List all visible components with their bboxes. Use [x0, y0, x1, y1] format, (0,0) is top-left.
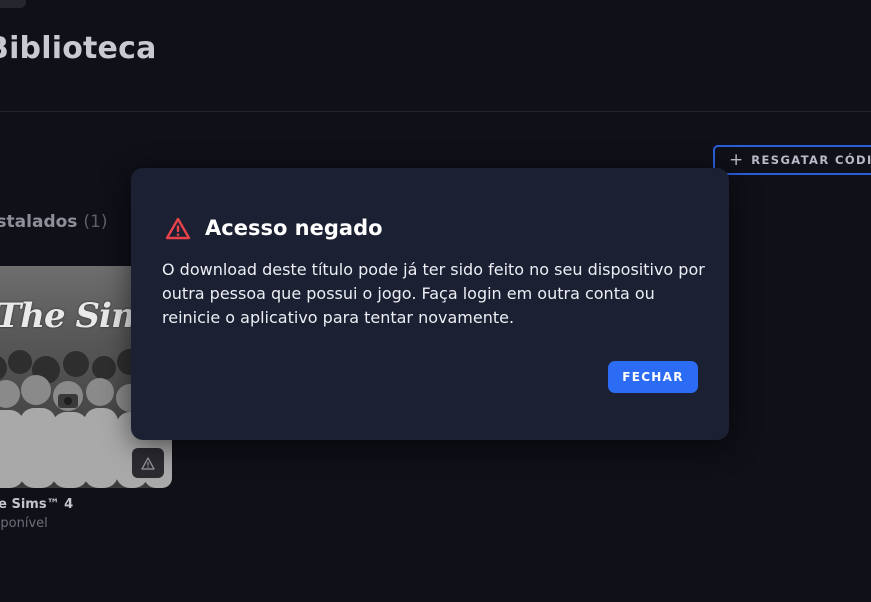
- redeem-code-label: RESGATAR CÓDIGO: [751, 153, 871, 167]
- game-warning-badge[interactable]: [132, 448, 164, 478]
- plus-icon: +: [729, 149, 744, 170]
- page-title: Biblioteca: [0, 31, 157, 66]
- dialog-header: Acesso negado: [165, 216, 383, 240]
- access-denied-dialog: Acesso negado O download deste título po…: [131, 168, 729, 440]
- section-count: (1): [83, 212, 108, 232]
- app-window: Biblioteca + RESGATAR CÓDIGO Instalados(…: [0, 0, 871, 602]
- dialog-message: O download deste título pode já ter sido…: [162, 260, 705, 327]
- header-divider: [0, 111, 871, 112]
- game-title: The Sims™ 4: [0, 497, 74, 512]
- redeem-code-button[interactable]: + RESGATAR CÓDIGO: [713, 145, 871, 175]
- warning-triangle-icon: [141, 456, 155, 470]
- dialog-title: Acesso negado: [205, 216, 383, 240]
- warning-triangle-icon: [165, 217, 191, 239]
- close-button[interactable]: FECHAR: [608, 361, 698, 393]
- back-button[interactable]: [0, 0, 26, 8]
- section-label: Instalados: [0, 212, 78, 232]
- installed-section-heading: Instalados(1): [0, 212, 108, 232]
- game-status: Disponível: [0, 516, 48, 531]
